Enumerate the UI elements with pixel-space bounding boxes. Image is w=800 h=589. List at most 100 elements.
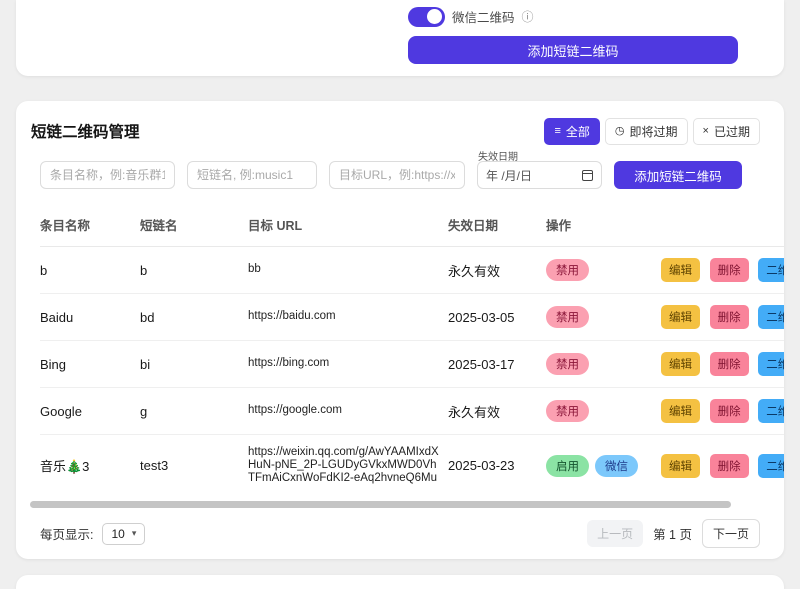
table-row: Bing bi https://bing.com 2025-03-17 禁用 编… [40, 341, 784, 388]
wechat-badge[interactable]: 微信 [595, 455, 638, 477]
header-empty [661, 205, 784, 247]
disabled-status-badge[interactable]: 禁用 [546, 259, 589, 281]
header-slug: 短链名 [140, 205, 248, 247]
clock-icon: ◷ [615, 126, 625, 137]
entry-name-cell: Baidu [40, 294, 140, 341]
tab-all[interactable]: ≡ 全部 [544, 118, 599, 145]
disabled-status-badge[interactable]: 禁用 [546, 306, 589, 328]
header-expire-date: 失效日期 [448, 205, 546, 247]
per-page-value: 10 [111, 527, 124, 541]
expire-date-cell: 2025-03-17 [448, 341, 546, 388]
edit-button[interactable]: 编辑 [661, 352, 700, 376]
entry-name-cell: Google [40, 388, 140, 435]
entry-name-cell: b [40, 247, 140, 294]
expire-date-input[interactable]: 年 /月/日 [477, 161, 602, 189]
expire-date-label: 失效日期 [478, 148, 518, 163]
entry-name-input[interactable] [40, 161, 175, 189]
edit-button[interactable]: 编辑 [661, 258, 700, 282]
delete-button[interactable]: 删除 [710, 305, 749, 329]
slug-input[interactable] [187, 161, 317, 189]
slug-cell: g [140, 388, 248, 435]
edit-button[interactable]: 编辑 [661, 454, 700, 478]
expire-date-cell: 永久有效 [448, 388, 546, 435]
filter-row: 失效日期 年 /月/日 添加短链二维码 [16, 161, 784, 189]
edit-button[interactable]: 编辑 [661, 305, 700, 329]
actions-cell: 编辑 删除 二维码 [661, 294, 784, 341]
status-cell: 禁用 [546, 388, 661, 435]
expire-date-cell: 永久有效 [448, 247, 546, 294]
disabled-status-badge[interactable]: 禁用 [546, 353, 589, 375]
actions-cell: 编辑 删除 二维码 [661, 247, 784, 294]
entry-name-cell: Bing [40, 341, 140, 388]
horizontal-scrollbar-thumb[interactable] [30, 501, 731, 508]
delete-button[interactable]: 删除 [710, 454, 749, 478]
tab-expired-label: 已过期 [714, 123, 750, 140]
slug-cell: bd [140, 294, 248, 341]
slug-cell: test3 [140, 435, 248, 497]
wechat-qr-toggle[interactable] [408, 7, 445, 27]
table-header-row: 条目名称 短链名 目标 URL 失效日期 操作 [40, 205, 784, 247]
info-icon: ⓘ [522, 8, 534, 25]
horizontal-scrollbar [30, 501, 760, 509]
add-shortlink-qrcode-button[interactable]: 添加短链二维码 [614, 161, 742, 189]
actions-cell: 编辑 删除 二维码 [661, 341, 784, 388]
next-section-card [16, 575, 784, 589]
entry-name-cell: 音乐🎄3 [40, 435, 140, 497]
qrcode-button[interactable]: 二维码 [758, 399, 784, 423]
delete-button[interactable]: 删除 [710, 399, 749, 423]
target-url-input[interactable] [329, 161, 465, 189]
per-page-label: 每页显示: [40, 524, 93, 543]
per-page-select[interactable]: 10 ▾ [102, 523, 145, 545]
qrcode-button[interactable]: 二维码 [758, 258, 784, 282]
prev-page-button[interactable]: 上一页 [587, 520, 643, 547]
disabled-status-badge[interactable]: 禁用 [546, 400, 589, 422]
status-cell: 启用微信 [546, 435, 661, 497]
delete-button[interactable]: 删除 [710, 352, 749, 376]
toggle-knob [427, 9, 442, 24]
enabled-status-badge[interactable]: 启用 [546, 455, 589, 477]
close-icon: × [703, 126, 709, 137]
add-shortlink-qrcode-button-top[interactable]: 添加短链二维码 [408, 36, 738, 64]
header-target-url: 目标 URL [248, 205, 448, 247]
tab-expired[interactable]: × 已过期 [693, 118, 760, 145]
qrcode-button[interactable]: 二维码 [758, 305, 784, 329]
list-icon: ≡ [554, 126, 560, 137]
tab-expiring-soon[interactable]: ◷ 即将过期 [605, 118, 688, 145]
wechat-qr-settings-card: 微信二维码 ⓘ 添加短链二维码 [16, 0, 784, 76]
header-actions: 操作 [546, 205, 661, 247]
delete-button[interactable]: 删除 [710, 258, 749, 282]
qrcode-button[interactable]: 二维码 [758, 454, 784, 478]
tab-all-label: 全部 [566, 123, 590, 140]
target-url-cell: https://baidu.com [248, 294, 448, 341]
table-row: b b bb 永久有效 禁用 编辑 删除 二维码 [40, 247, 784, 294]
expire-date-cell: 2025-03-23 [448, 435, 546, 497]
page-title: 短链二维码管理 [31, 120, 140, 142]
date-placeholder: 年 /月/日 [486, 167, 532, 184]
status-cell: 禁用 [546, 247, 661, 294]
table-row: 音乐🎄3 test3 https://weixin.qq.com/g/AwYAA… [40, 435, 784, 497]
shortlink-table-wrap: 条目名称 短链名 目标 URL 失效日期 操作 b b bb 永久有效 禁用 [16, 205, 784, 497]
table-row: Google g https://google.com 永久有效 禁用 编辑 删… [40, 388, 784, 435]
expire-date-cell: 2025-03-05 [448, 294, 546, 341]
target-url-cell: https://bing.com [248, 341, 448, 388]
calendar-icon[interactable] [582, 170, 593, 181]
target-url-cell: bb [248, 247, 448, 294]
status-cell: 禁用 [546, 294, 661, 341]
target-url-cell: https://weixin.qq.com/g/AwYAAMIxdXHuN-pN… [248, 435, 448, 497]
target-url-cell: https://google.com [248, 388, 448, 435]
filter-tabs: ≡ 全部 ◷ 即将过期 × 已过期 [544, 118, 760, 145]
slug-cell: bi [140, 341, 248, 388]
expire-date-group: 失效日期 年 /月/日 [477, 161, 602, 189]
wechat-qr-toggle-label: 微信二维码 [452, 7, 515, 26]
shortlink-table: 条目名称 短链名 目标 URL 失效日期 操作 b b bb 永久有效 禁用 [40, 205, 784, 497]
qrcode-button[interactable]: 二维码 [758, 352, 784, 376]
edit-button[interactable]: 编辑 [661, 399, 700, 423]
table-footer: 每页显示: 10 ▾ 上一页 第 1 页 下一页 [16, 521, 784, 547]
table-row: Baidu bd https://baidu.com 2025-03-05 禁用… [40, 294, 784, 341]
slug-cell: b [140, 247, 248, 294]
header-entry-name: 条目名称 [40, 205, 140, 247]
tab-expiring-label: 即将过期 [630, 123, 678, 140]
current-page-label: 第 1 页 [653, 524, 692, 543]
actions-cell: 编辑 删除 二维码 [661, 388, 784, 435]
status-cell: 禁用 [546, 341, 661, 388]
